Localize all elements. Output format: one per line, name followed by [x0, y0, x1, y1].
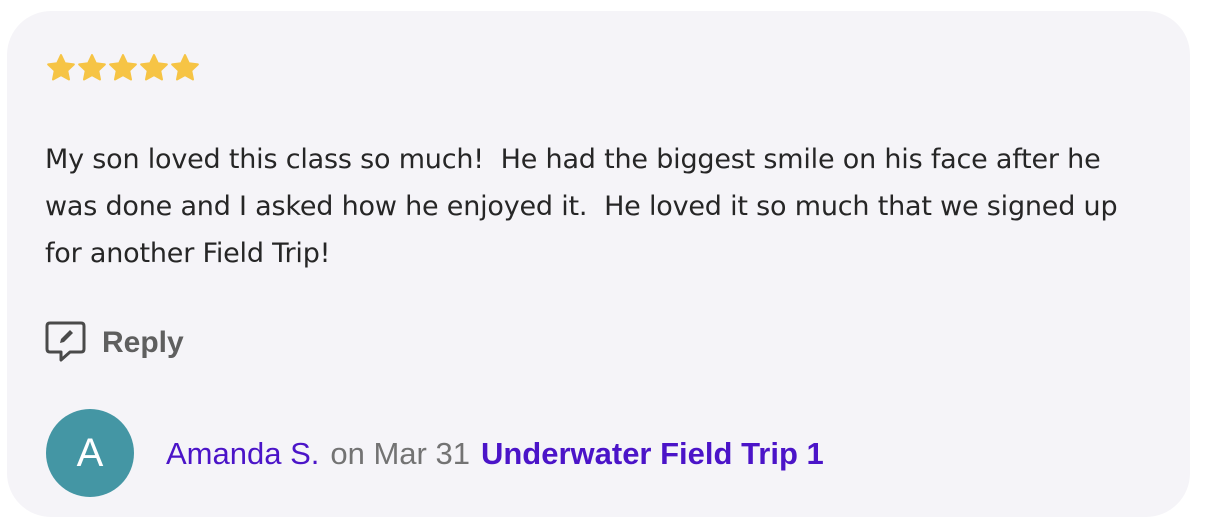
review-card: My son loved this class so much! He had …	[7, 11, 1190, 517]
reply-edit-icon	[44, 320, 87, 366]
avatar: A	[46, 409, 134, 497]
reviewer-name-link[interactable]: Amanda S.	[166, 436, 319, 472]
reply-label: Reply	[102, 326, 184, 359]
review-meta: Amanda S. on Mar 31 Underwater Field Tri…	[166, 436, 824, 472]
star-icon	[139, 53, 169, 83]
review-text: My son loved this class so much! He had …	[45, 144, 1126, 269]
avatar-initial: A	[76, 430, 104, 475]
star-rating	[46, 53, 200, 83]
star-icon	[77, 53, 107, 83]
star-icon	[46, 53, 76, 83]
star-icon	[108, 53, 138, 83]
class-title-link[interactable]: Underwater Field Trip 1	[481, 436, 824, 472]
review-date: on Mar 31	[330, 436, 470, 471]
star-icon	[170, 53, 200, 83]
reply-button[interactable]: Reply	[44, 320, 184, 366]
